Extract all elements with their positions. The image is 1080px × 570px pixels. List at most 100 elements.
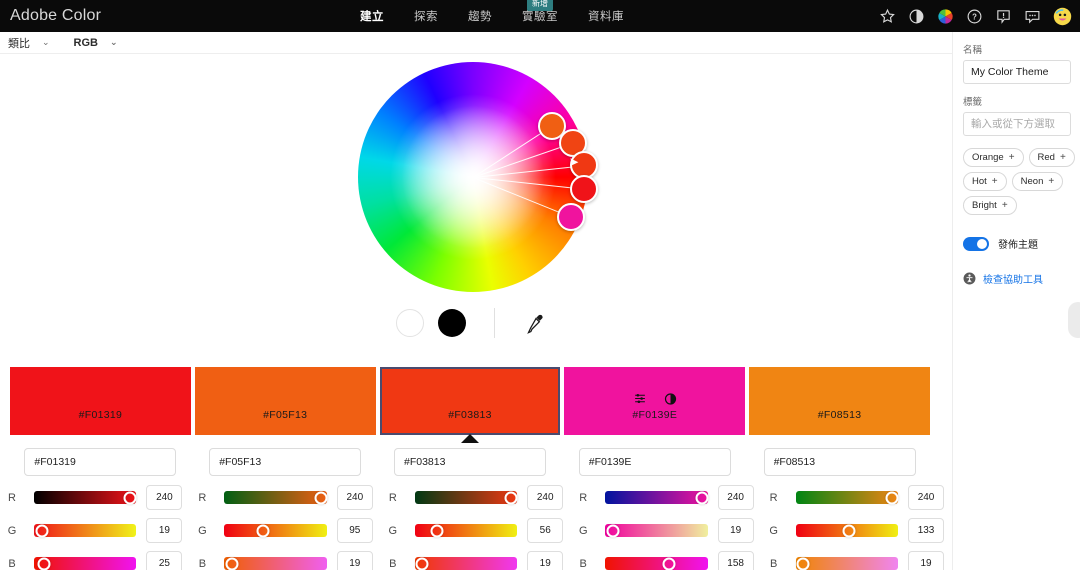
slider-value-b-3[interactable]: 19 xyxy=(527,551,564,570)
hex-input-4[interactable] xyxy=(578,448,731,476)
slider-value-r-1[interactable]: 240 xyxy=(146,485,183,510)
slider-track-g-1[interactable] xyxy=(34,524,137,537)
publish-theme-toggle[interactable] xyxy=(963,236,989,251)
slider-track-r-1[interactable] xyxy=(34,491,137,504)
slider-value-g-2[interactable]: 95 xyxy=(336,518,373,543)
slider-value-g-3[interactable]: 56 xyxy=(527,518,564,543)
divider xyxy=(494,308,495,338)
suggested-tag-orange[interactable]: Orange + xyxy=(963,148,1024,167)
slider-knob-b-1[interactable] xyxy=(37,557,51,570)
tag-add-icon[interactable]: + xyxy=(992,176,998,187)
feedback-icon[interactable] xyxy=(1024,8,1041,25)
slider-knob-r-5[interactable] xyxy=(885,491,899,504)
slider-value-r-4[interactable]: 240 xyxy=(717,485,754,510)
tag-add-icon[interactable]: + xyxy=(1009,152,1015,163)
main-navigation: 建立 探索 趨勢 新增 實驗室 資料庫 xyxy=(360,0,624,32)
eyedropper-icon[interactable] xyxy=(523,312,545,334)
contrast-icon[interactable] xyxy=(908,8,925,25)
dark-mode-circle[interactable] xyxy=(438,309,466,337)
color-swatch-3[interactable]: #F03813 xyxy=(379,367,561,443)
slider-knob-b-4[interactable] xyxy=(662,557,676,570)
wheel-handle-4[interactable] xyxy=(569,174,598,203)
slider-track-b-3[interactable] xyxy=(414,557,518,570)
color-swatch-5[interactable]: #F08513 xyxy=(749,367,930,435)
publish-theme-row[interactable]: 發佈主題 xyxy=(963,236,1070,251)
nav-item-labs[interactable]: 新增 實驗室 xyxy=(522,0,558,24)
color-swatch-1[interactable]: #F01319 xyxy=(10,367,191,435)
slider-track-g-4[interactable] xyxy=(605,524,708,537)
slider-channel-label-b: B xyxy=(198,557,207,570)
slider-track-r-5[interactable] xyxy=(795,491,899,504)
slider-track-g-3[interactable] xyxy=(414,524,518,537)
hex-input-2[interactable] xyxy=(209,448,362,476)
help-icon[interactable]: ? xyxy=(966,8,983,25)
nav-item-create[interactable]: 建立 xyxy=(360,8,384,24)
contrast-icon[interactable] xyxy=(664,392,676,405)
slider-value-r-3[interactable]: 240 xyxy=(527,485,564,510)
slider-value-b-5[interactable]: 19 xyxy=(908,551,945,570)
slider-value-b-2[interactable]: 19 xyxy=(336,551,373,570)
color-wheel-container[interactable]: ➤ xyxy=(358,62,598,292)
slider-cell-b-1: B 25 xyxy=(0,551,190,570)
slider-knob-g-5[interactable] xyxy=(842,524,856,537)
hex-input-5[interactable] xyxy=(763,448,916,476)
slider-value-g-4[interactable]: 19 xyxy=(717,518,754,543)
nav-item-library[interactable]: 資料庫 xyxy=(588,8,624,24)
nav-item-trends[interactable]: 趨勢 xyxy=(468,8,492,24)
color-mode-dropdown[interactable]: RGB ⌄ xyxy=(74,37,118,49)
slider-value-r-5[interactable]: 240 xyxy=(908,485,945,510)
slider-track-r-2[interactable] xyxy=(224,491,328,504)
slider-knob-b-5[interactable] xyxy=(796,557,810,570)
slider-knob-g-3[interactable] xyxy=(430,524,444,537)
color-swatch-4[interactable]: #F0139E xyxy=(564,367,746,435)
tag-add-icon[interactable]: + xyxy=(1060,152,1066,163)
sliders-icon[interactable] xyxy=(633,392,646,405)
rgb-slider-grid: R 240 R 240 R 240 R 240 R 240 G 19 G 95 G 56 G 19 G 133 B 25 B… xyxy=(0,481,952,570)
slider-knob-b-3[interactable] xyxy=(415,557,429,570)
slider-knob-g-4[interactable] xyxy=(606,524,620,537)
slider-track-g-5[interactable] xyxy=(795,524,899,537)
notifications-icon[interactable] xyxy=(995,8,1012,25)
harmony-rule-dropdown[interactable]: 類比 ⌄ xyxy=(8,35,50,51)
slider-knob-b-2[interactable] xyxy=(225,557,239,570)
wheel-handle-5[interactable] xyxy=(557,202,586,231)
slider-track-b-2[interactable] xyxy=(224,557,327,570)
accessibility-check-row[interactable]: 檢查協助工具 xyxy=(963,271,1070,286)
color-wheel-icon[interactable] xyxy=(937,8,954,25)
slider-track-r-4[interactable] xyxy=(605,491,709,504)
slider-knob-r-3[interactable] xyxy=(504,491,518,504)
hex-input-3[interactable] xyxy=(393,448,546,476)
slider-track-b-1[interactable] xyxy=(34,557,137,570)
tags-input[interactable] xyxy=(963,112,1071,136)
slider-value-r-2[interactable]: 240 xyxy=(336,485,373,510)
slider-knob-r-2[interactable] xyxy=(314,491,328,504)
slider-knob-r-1[interactable] xyxy=(123,491,137,504)
nav-item-explore[interactable]: 探索 xyxy=(414,8,438,24)
slider-value-g-1[interactable]: 19 xyxy=(146,518,183,543)
color-swatch-2[interactable]: #F05F13 xyxy=(194,367,376,435)
slider-knob-g-1[interactable] xyxy=(35,524,49,537)
suggested-tag-neon[interactable]: Neon + xyxy=(1011,172,1064,191)
hex-input-1[interactable] xyxy=(24,448,177,476)
tag-add-icon[interactable]: + xyxy=(1048,176,1054,187)
panel-collapse-handle[interactable] xyxy=(1068,302,1080,338)
slider-knob-g-2[interactable] xyxy=(256,524,270,537)
swatch-icon-group xyxy=(633,392,676,405)
slider-knob-r-4[interactable] xyxy=(695,491,709,504)
slider-value-b-4[interactable]: 158 xyxy=(717,551,754,570)
light-mode-circle[interactable] xyxy=(396,309,424,337)
theme-name-input[interactable] xyxy=(963,60,1071,84)
slider-track-b-4[interactable] xyxy=(605,557,708,570)
slider-track-r-3[interactable] xyxy=(414,491,518,504)
slider-channel-label-r: R xyxy=(388,491,397,504)
suggested-tag-bright[interactable]: Bright + xyxy=(963,196,1017,215)
suggested-tag-hot[interactable]: Hot + xyxy=(963,172,1007,191)
tag-add-icon[interactable]: + xyxy=(1002,200,1008,211)
slider-value-b-1[interactable]: 25 xyxy=(146,551,183,570)
suggested-tag-red[interactable]: Red + xyxy=(1028,148,1075,167)
avatar[interactable] xyxy=(1053,7,1072,26)
star-icon[interactable] xyxy=(879,8,896,25)
slider-value-g-5[interactable]: 133 xyxy=(908,518,945,543)
slider-track-g-2[interactable] xyxy=(224,524,327,537)
slider-track-b-5[interactable] xyxy=(795,557,899,570)
